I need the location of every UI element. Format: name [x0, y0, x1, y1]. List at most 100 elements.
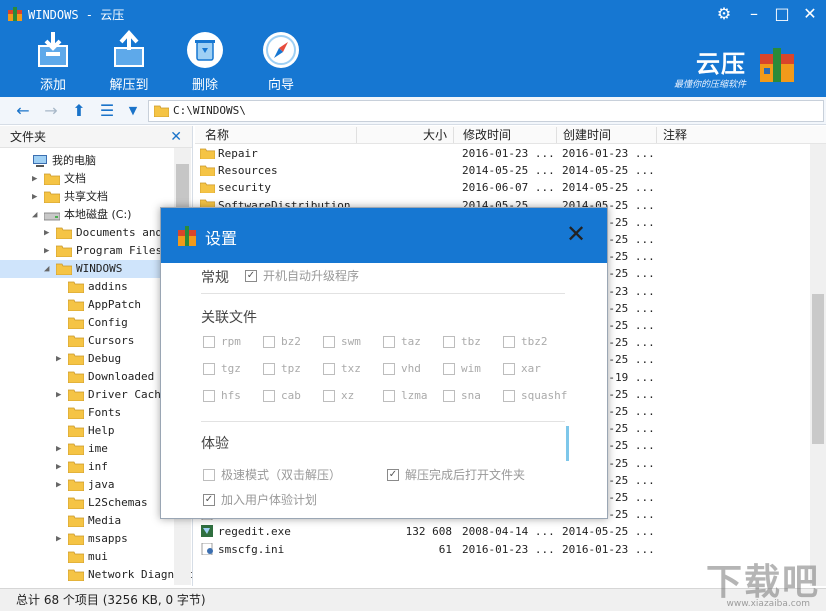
folder-icon — [67, 479, 85, 492]
tree-item[interactable]: ▶ 文档 — [0, 170, 174, 188]
close-window-button[interactable]: ✕ — [800, 4, 820, 24]
collapsed-twisty-icon[interactable]: ▶ — [32, 170, 42, 188]
list-scrollbar[interactable] — [810, 144, 826, 586]
collapsed-twisty-icon[interactable]: ▶ — [32, 188, 42, 206]
column-name[interactable]: 名称 — [201, 127, 357, 143]
column-comment[interactable]: 注释 — [659, 127, 809, 143]
table-row[interactable]: regedit.exe 132 608 2008-04-14 ... 2014-05-… — [195, 523, 808, 540]
dialog-scrollbar[interactable] — [566, 426, 569, 461]
tree-item[interactable]: ▶ inf — [0, 458, 174, 476]
address-bar[interactable]: C:\WINDOWS\ — [148, 100, 824, 122]
folder-icon — [67, 461, 85, 474]
tree-item[interactable]: Fonts — [0, 404, 174, 422]
divider — [201, 421, 565, 422]
assoc-check-box[interactable] — [503, 363, 515, 375]
cell-modified: 2016-06-07 ... — [462, 181, 555, 195]
table-row[interactable]: Repair 2016-01-23 ... 2016-01-23 ... — [195, 145, 808, 162]
tree-item[interactable]: AppPatch — [0, 296, 174, 314]
assoc-check-box[interactable] — [263, 336, 275, 348]
collapsed-twisty-icon[interactable]: ▶ — [56, 350, 66, 368]
tree-item[interactable]: mui — [0, 548, 174, 566]
tree-item-label: Config — [88, 316, 128, 329]
tree-item-label: Program Files — [76, 244, 163, 257]
minimize-button[interactable]: – — [744, 4, 764, 24]
tree-item[interactable]: ▶ msapps — [0, 530, 174, 548]
list-scroll-thumb[interactable] — [812, 294, 824, 444]
tree-item[interactable]: ◢ 本地磁盘 (C:) — [0, 206, 174, 224]
table-row[interactable]: Resources 2014-05-25 ... 2014-05-25 ... — [195, 162, 808, 179]
tree-item[interactable]: Config — [0, 314, 174, 332]
tree-item[interactable]: Media — [0, 512, 174, 530]
assoc-check-box[interactable] — [263, 390, 275, 402]
assoc-check-box[interactable] — [383, 363, 395, 375]
collapsed-twisty-icon[interactable]: ▶ — [56, 530, 66, 548]
up-folder-icon[interactable]: ⬆ — [68, 101, 90, 121]
table-row[interactable]: security 2016-06-07 ... 2014-05-25 ... — [195, 179, 808, 196]
view-list-icon[interactable]: ☰ — [96, 101, 118, 121]
expanded-twisty-icon[interactable]: ◢ — [32, 206, 42, 224]
tree-item[interactable]: L2Schemas — [0, 494, 174, 512]
assoc-check-box[interactable] — [203, 390, 215, 402]
collapsed-twisty-icon[interactable]: ▶ — [56, 440, 66, 458]
assoc-check-box[interactable] — [323, 390, 335, 402]
collapsed-twisty-icon[interactable]: ▶ — [44, 224, 54, 242]
assoc-check-box[interactable] — [383, 390, 395, 402]
assoc-check-box[interactable] — [503, 336, 515, 348]
collapsed-twisty-icon[interactable]: ▶ — [44, 242, 54, 260]
assoc-check-box[interactable] — [443, 336, 455, 348]
assoc-check-box[interactable] — [443, 363, 455, 375]
cell-created: 2016-01-23 ... — [562, 542, 655, 556]
folder-icon — [67, 551, 85, 564]
tree-item[interactable]: Help — [0, 422, 174, 440]
wizard-label: 向导 — [267, 78, 294, 93]
assoc-check-box[interactable] — [203, 363, 215, 375]
delete-button[interactable]: 删除 — [173, 30, 237, 94]
add-button[interactable]: 添加 — [21, 30, 85, 94]
assoc-check-box[interactable] — [323, 363, 335, 375]
tree-item[interactable]: ▶ Program Files — [0, 242, 174, 260]
brand-block: 云压 最懂你的压缩软件 — [674, 44, 746, 90]
dialog-close-icon[interactable]: ✕ — [563, 221, 589, 247]
forward-arrow-icon[interactable]: → — [40, 101, 62, 121]
assoc-check-box[interactable] — [443, 390, 455, 402]
maximize-button[interactable]: □ — [772, 4, 792, 24]
tree-item[interactable]: Cursors — [0, 332, 174, 350]
extract-to-button[interactable]: 解压到 — [97, 30, 161, 94]
close-tree-icon[interactable]: ✕ — [170, 126, 182, 148]
tree-item[interactable]: ▶ Documents and Se — [0, 224, 182, 242]
collapsed-twisty-icon[interactable]: ▶ — [56, 386, 66, 404]
tree-item[interactable]: Network Diagnost — [0, 566, 192, 584]
folder-icon — [67, 515, 85, 528]
collapsed-twisty-icon[interactable]: ▶ — [56, 458, 66, 476]
tree-item[interactable]: ▶ ime — [0, 440, 174, 458]
tree-item[interactable]: ▶ java — [0, 476, 174, 494]
settings-gear-icon[interactable]: ⚙ — [714, 4, 734, 24]
wizard-button[interactable]: 向导 — [249, 30, 313, 94]
tree-item[interactable]: 我的电脑 — [0, 152, 174, 170]
tree-item[interactable]: ▶ 共享文档 — [0, 188, 174, 206]
assoc-check-box[interactable] — [203, 336, 215, 348]
join-program-check-box[interactable]: ✓ — [203, 494, 215, 506]
assoc-check-box[interactable] — [383, 336, 395, 348]
assoc-check-box[interactable] — [503, 390, 515, 402]
column-modified[interactable]: 修改时间 — [459, 127, 557, 143]
tree-item[interactable]: ▶ Driver Cache — [0, 386, 174, 404]
assoc-check-box[interactable] — [323, 336, 335, 348]
column-created[interactable]: 创建时间 — [559, 127, 657, 143]
collapsed-twisty-icon[interactable]: ▶ — [56, 476, 66, 494]
assoc-check-box[interactable] — [263, 363, 275, 375]
tree-item[interactable]: Offline Web Page — [0, 584, 174, 586]
cell-name: regedit.exe — [218, 525, 291, 539]
fast-mode-check-box[interactable] — [203, 469, 215, 481]
tree-item[interactable]: Downloaded Pro — [0, 368, 181, 386]
tree-item[interactable]: ▶ Debug — [0, 350, 174, 368]
tree-item[interactable]: ◢ WINDOWS — [0, 260, 174, 278]
expanded-twisty-icon[interactable]: ◢ — [44, 260, 54, 278]
back-arrow-icon[interactable]: ← — [12, 101, 34, 121]
open-after-check-box[interactable]: ✓ — [387, 469, 399, 481]
auto-update-check-box[interactable]: ✓ — [245, 270, 257, 282]
column-size[interactable]: 大小 — [357, 127, 454, 143]
view-dropdown-icon[interactable]: ▼ — [122, 101, 144, 121]
tree-item[interactable]: addins — [0, 278, 174, 296]
experience-section-title: 体验 — [201, 436, 229, 452]
